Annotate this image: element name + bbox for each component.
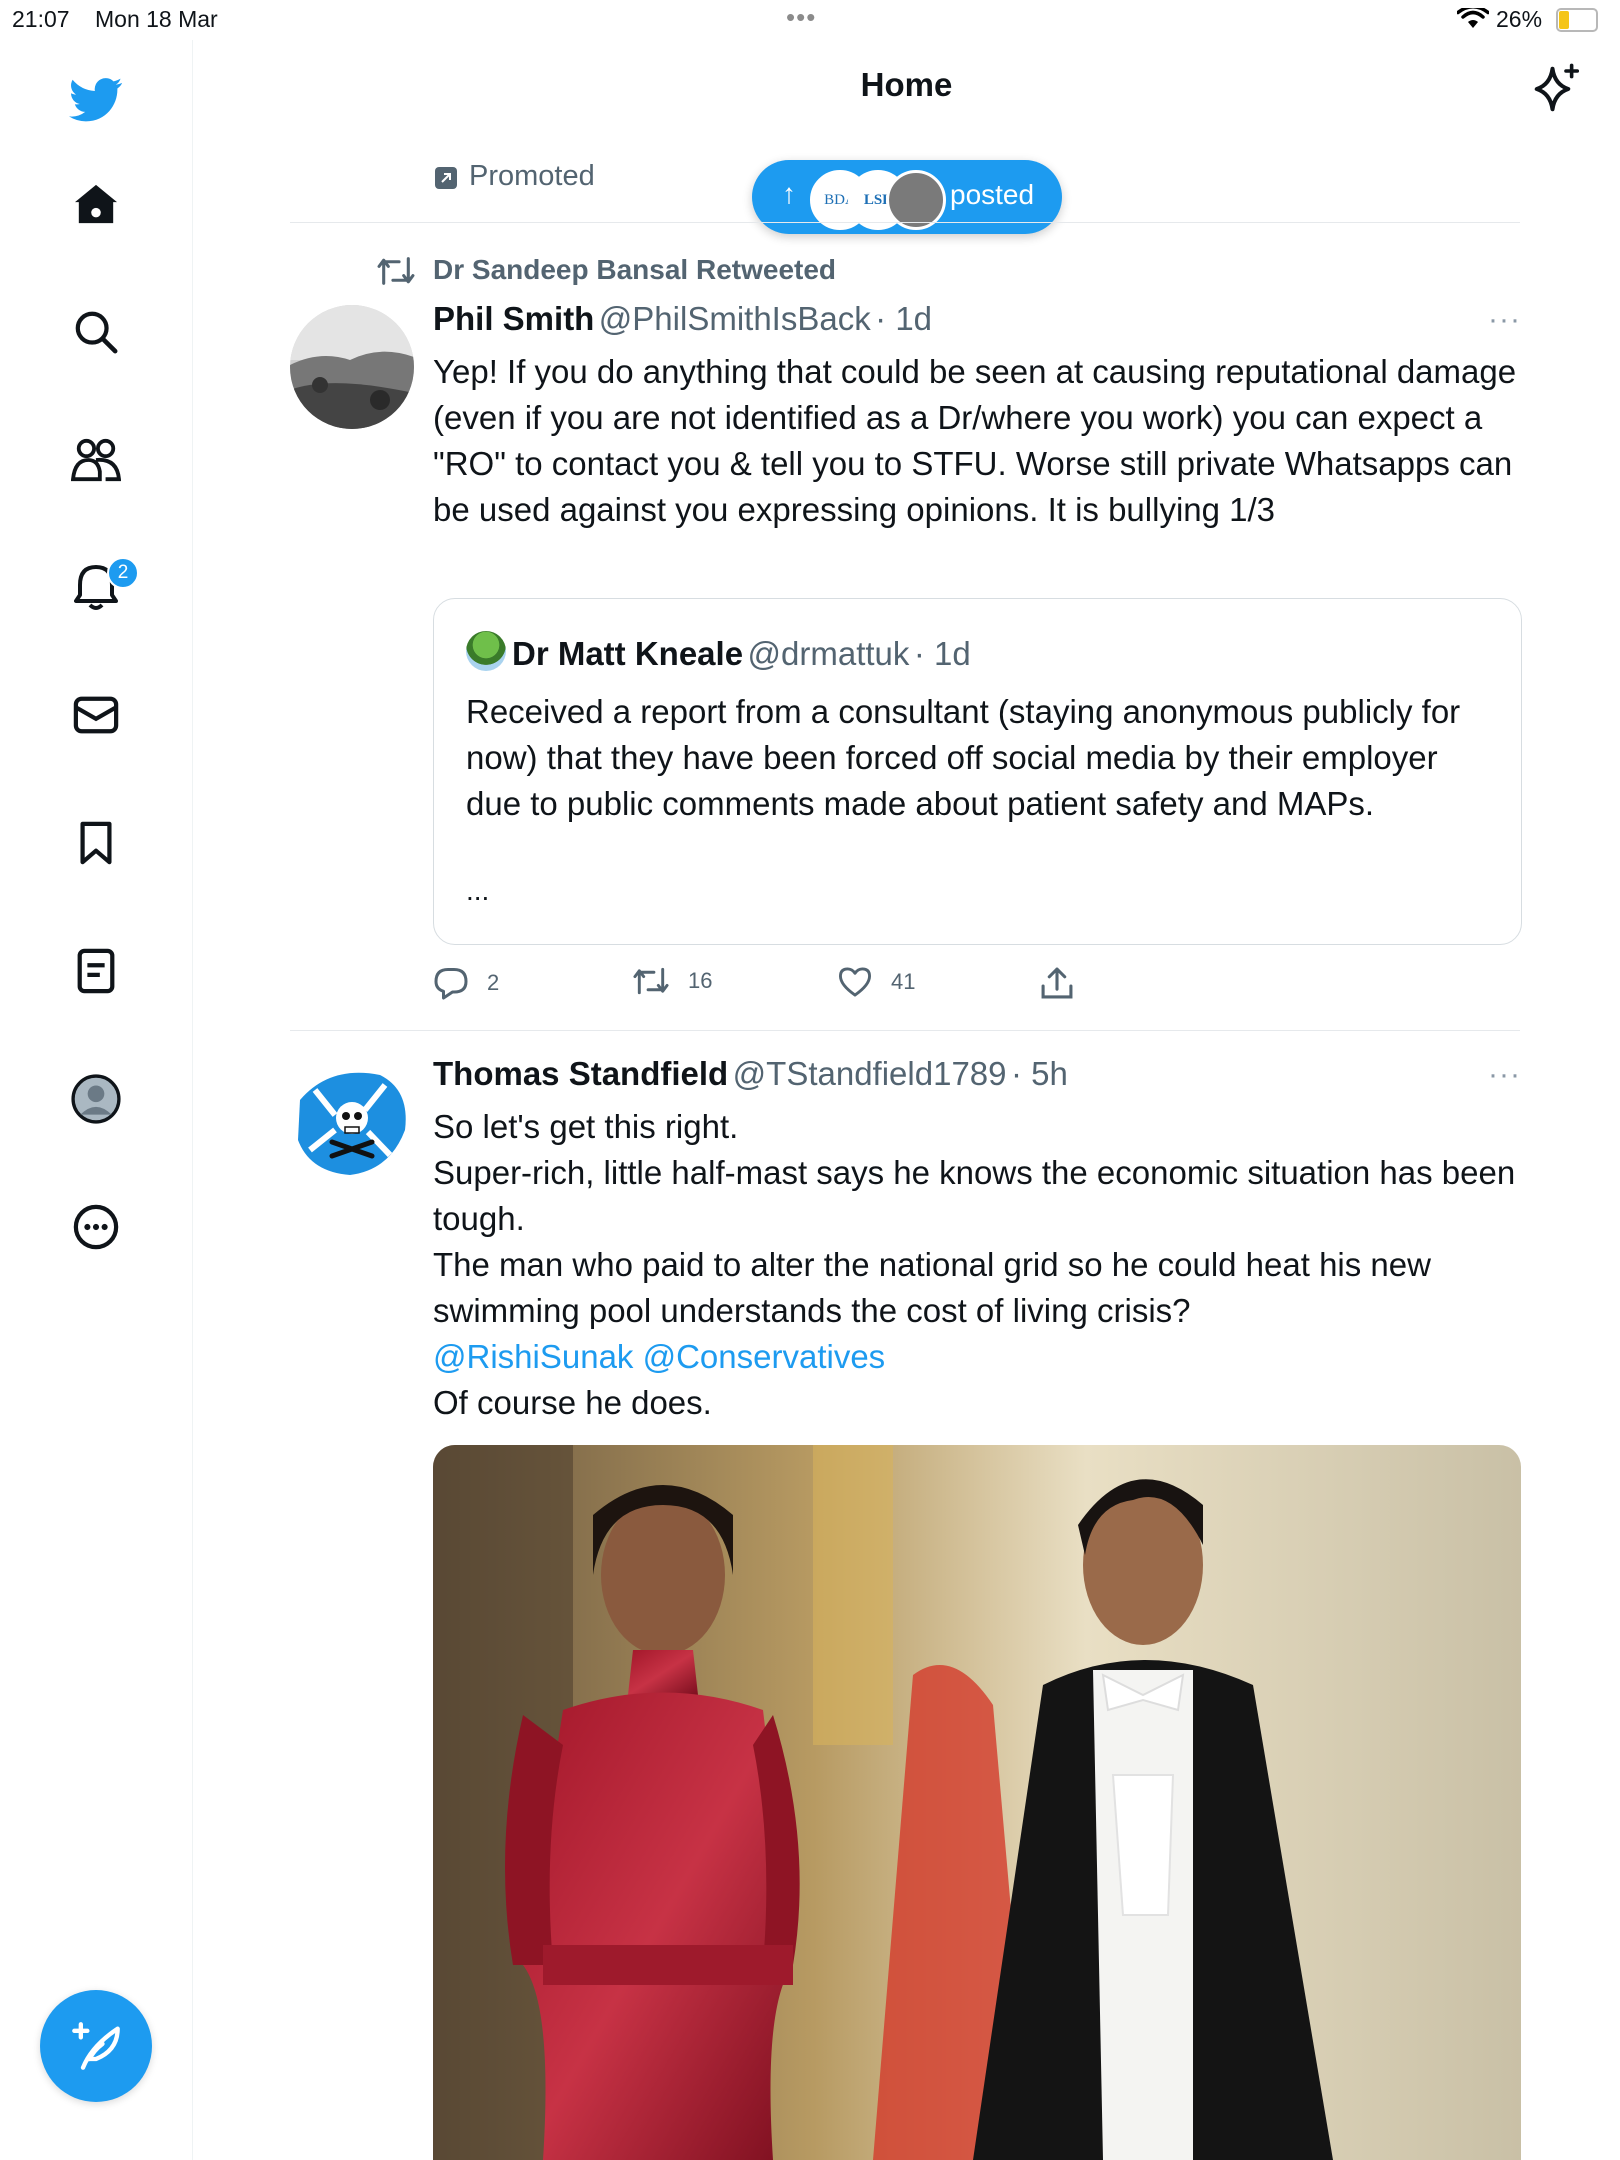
promoted-icon bbox=[435, 167, 457, 189]
tweet-header: Phil Smith @PhilSmithIsBack · 1d bbox=[433, 300, 932, 338]
tweet-time[interactable]: · 1d bbox=[875, 300, 932, 337]
search-icon[interactable] bbox=[66, 302, 126, 362]
list-icon[interactable] bbox=[66, 941, 126, 1001]
tweet-time[interactable]: · 5h bbox=[1011, 1055, 1068, 1092]
heart-icon bbox=[838, 967, 871, 997]
retweet-button[interactable]: 16 bbox=[632, 966, 712, 996]
twitter-logo-icon[interactable] bbox=[66, 70, 126, 130]
tweet-line: The man who paid to alter the national g… bbox=[433, 1246, 1431, 1329]
mention-link[interactable]: @Conservatives bbox=[643, 1338, 886, 1375]
avatar[interactable] bbox=[290, 1060, 414, 1184]
promoted-label: Promoted bbox=[469, 160, 595, 192]
tweet-line: Of course he does. bbox=[433, 1384, 712, 1421]
quoted-tweet-text: Received a report from a consultant (sta… bbox=[466, 693, 1461, 822]
quoted-author-name[interactable]: Dr Matt Kneale bbox=[512, 635, 743, 672]
tweet-text: So let's get this right. Super-rich, lit… bbox=[433, 1104, 1523, 1426]
share-button[interactable] bbox=[1040, 966, 1074, 1000]
bookmark-icon[interactable] bbox=[66, 813, 126, 873]
divider bbox=[290, 1030, 1520, 1031]
reply-icon bbox=[434, 968, 468, 1000]
notification-badge: 2 bbox=[107, 557, 139, 589]
tweet-text: Yep! If you do anything that could be se… bbox=[433, 353, 1517, 528]
mention-link[interactable]: @RishiSunak bbox=[433, 1338, 633, 1375]
tweet-header: Thomas Standfield @TStandfield1789 · 5h bbox=[433, 1055, 1068, 1093]
tweet-line: So let's get this right. bbox=[433, 1108, 739, 1145]
author-name[interactable]: Thomas Standfield bbox=[433, 1055, 728, 1092]
retweet-icon bbox=[633, 967, 669, 995]
status-date: Mon 18 Mar bbox=[95, 6, 218, 32]
more-options-icon[interactable]: ··· bbox=[1488, 1058, 1521, 1092]
arrow-up-icon: ↑ bbox=[782, 178, 796, 209]
page-title: Home bbox=[860, 66, 953, 103]
status-bar: 21:07 Mon 18 Mar ••• 26% bbox=[0, 0, 1620, 40]
quoted-tweet[interactable]: Dr Matt Kneale @drmattuk · 1d Received a… bbox=[433, 598, 1522, 945]
author-name[interactable]: Phil Smith bbox=[433, 300, 594, 337]
compose-tweet-button[interactable] bbox=[40, 1990, 152, 2102]
quoted-tweet-time: · 1d bbox=[913, 635, 971, 672]
pill-avatar-photo bbox=[886, 170, 946, 230]
avatar[interactable] bbox=[290, 305, 414, 429]
sidebar bbox=[0, 40, 193, 2160]
author-handle[interactable]: @TStandfield1789 bbox=[733, 1055, 1007, 1092]
author-handle[interactable]: @PhilSmithIsBack bbox=[599, 300, 871, 337]
retweet-count: 16 bbox=[688, 968, 713, 993]
home-icon[interactable] bbox=[66, 174, 126, 234]
reply-count: 2 bbox=[487, 970, 500, 995]
quoted-tweet-ellipsis: ... bbox=[466, 875, 490, 906]
mentions-line: @RishiSunak @Conservatives bbox=[433, 1334, 1523, 1380]
share-icon bbox=[1041, 967, 1073, 999]
quoted-author-handle[interactable]: @drmattuk bbox=[748, 635, 910, 672]
wifi-icon bbox=[1457, 8, 1489, 28]
multitasking-dots-icon[interactable]: ••• bbox=[786, 2, 816, 33]
divider bbox=[290, 222, 1520, 223]
reply-button[interactable]: 2 bbox=[433, 966, 499, 1000]
retweet-icon bbox=[377, 257, 415, 285]
profile-icon[interactable] bbox=[66, 1069, 126, 1129]
quoted-avatar[interactable] bbox=[466, 631, 506, 671]
like-count: 41 bbox=[891, 969, 916, 994]
battery-percentage: 26% bbox=[1496, 6, 1543, 32]
new-posts-label: posted bbox=[950, 179, 1035, 210]
people-icon[interactable] bbox=[66, 430, 126, 490]
battery-fill bbox=[1559, 11, 1569, 29]
status-time: 21:07 bbox=[12, 6, 70, 32]
retweeted-by-label[interactable]: Dr Sandeep Bansal Retweeted bbox=[433, 254, 836, 286]
more-options-icon[interactable]: ··· bbox=[1488, 303, 1521, 337]
like-button[interactable]: 41 bbox=[837, 966, 915, 998]
mail-icon[interactable] bbox=[66, 685, 126, 745]
feather-plus-icon bbox=[72, 2022, 120, 2070]
quoted-tweet-header: Dr Matt Kneale @drmattuk · 1d bbox=[466, 631, 971, 673]
sparkle-icon[interactable] bbox=[1530, 62, 1584, 116]
tweet-photo[interactable] bbox=[433, 1445, 1521, 2160]
more-circle-icon[interactable] bbox=[66, 1197, 126, 1257]
tweet-line: Super-rich, little half-mast says he kno… bbox=[433, 1154, 1516, 1237]
